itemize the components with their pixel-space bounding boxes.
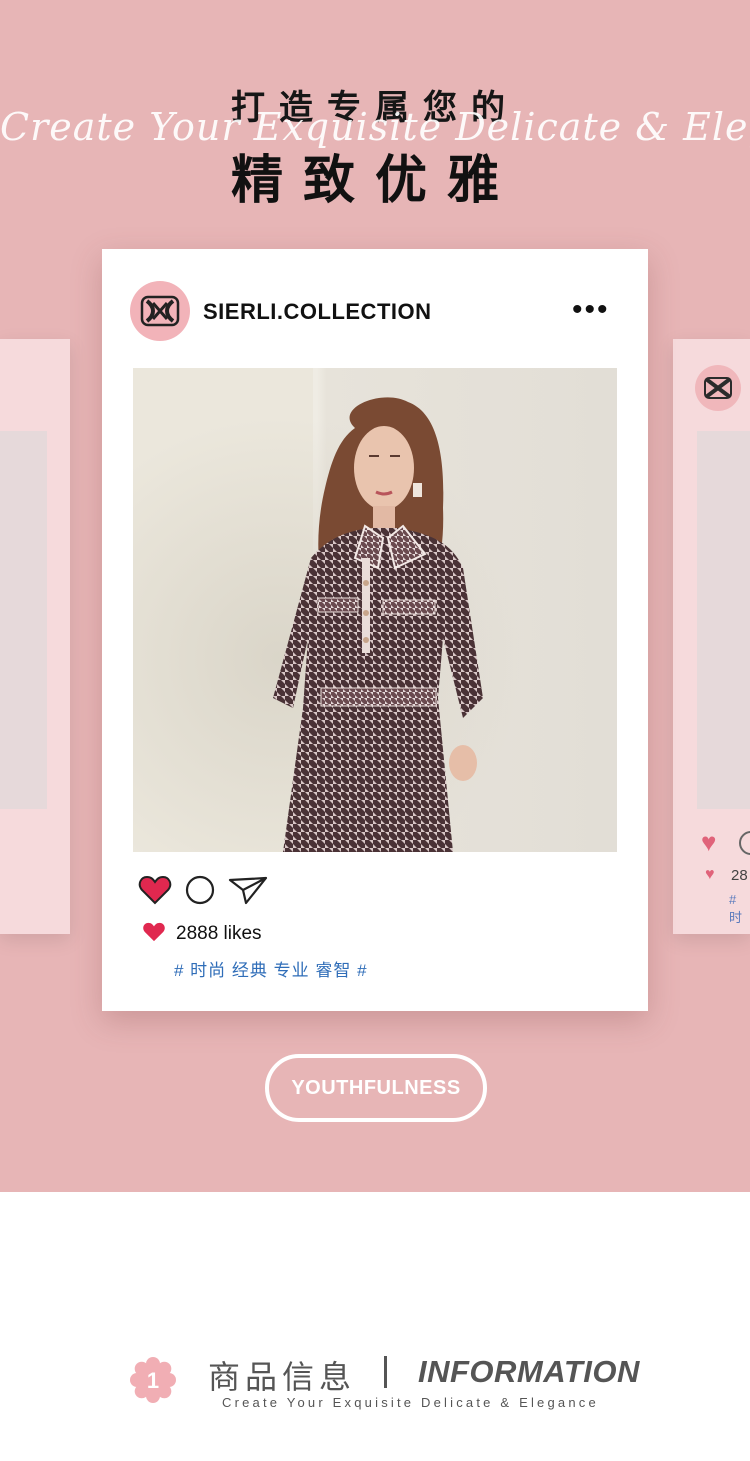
post-username[interactable]: SIERLI.COLLECTION: [203, 299, 432, 325]
section-title-cn: 商品信息: [208, 1358, 357, 1396]
headline-big: 精致优雅: [230, 151, 519, 211]
section-subtitle: Create Your Exquisite Delicate & Eleganc…: [222, 1395, 599, 1410]
share-icon[interactable]: [228, 874, 268, 906]
likes-count: 2888 likes: [176, 923, 262, 944]
section-title-en: INFORMATION: [418, 1354, 640, 1389]
hero-banner: 打造专属您的 Create Your Exquisite Delicate & …: [0, 0, 750, 1192]
side-card-left: [0, 339, 70, 934]
section-number: 1: [147, 1368, 159, 1393]
logo-icon: [704, 377, 732, 399]
flower-number-icon: 1: [130, 1357, 176, 1403]
side-card-avatar: [695, 365, 741, 411]
heart-icon[interactable]: [138, 875, 172, 905]
side-card-photo: [697, 431, 750, 809]
comment-icon: [739, 831, 750, 855]
more-options-icon[interactable]: •••: [572, 295, 610, 325]
side-card-right: ♥ ♥ 28 # 时: [673, 339, 750, 934]
youthfulness-badge[interactable]: YOUTHFULNESS: [265, 1054, 487, 1122]
likes-heart-icon: [143, 922, 165, 942]
avatar[interactable]: [130, 281, 190, 341]
section-divider: [384, 1356, 387, 1388]
post-card: SIERLI.COLLECTION ••• 2888 likes # 时尚 经典…: [102, 249, 648, 1011]
post-photo: [133, 368, 617, 852]
heart-icon: ♥: [701, 827, 717, 857]
heart-icon: ♥: [705, 866, 715, 883]
logo-icon: [140, 295, 180, 327]
post-actions: [138, 874, 280, 906]
post-hashtags[interactable]: # 时尚 经典 专业 睿智 #: [174, 956, 368, 981]
side-card-photo: [0, 431, 47, 809]
model-illustration: [133, 368, 617, 852]
comment-icon[interactable]: [184, 874, 216, 906]
side-card-tags: # 时: [729, 892, 743, 925]
side-card-likes: 28: [731, 867, 748, 884]
